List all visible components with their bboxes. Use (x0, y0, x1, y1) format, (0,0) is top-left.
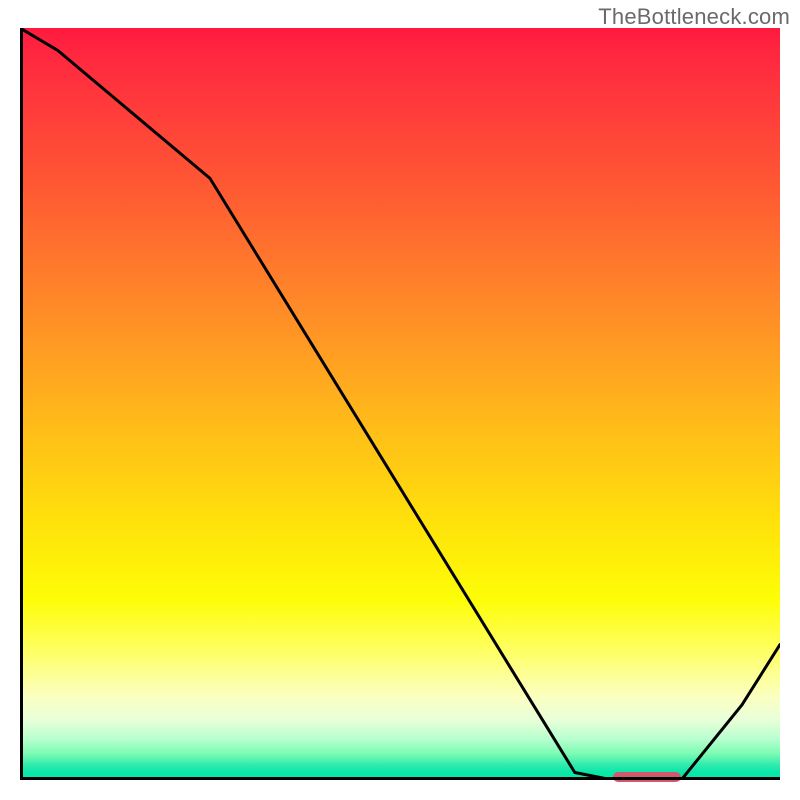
curve-svg (20, 28, 780, 780)
curve-line (20, 28, 780, 780)
baseline-marker (613, 772, 681, 782)
chart-container: TheBottleneck.com (0, 0, 800, 800)
watermark-text: TheBottleneck.com (598, 4, 790, 30)
plot-area (20, 28, 780, 780)
